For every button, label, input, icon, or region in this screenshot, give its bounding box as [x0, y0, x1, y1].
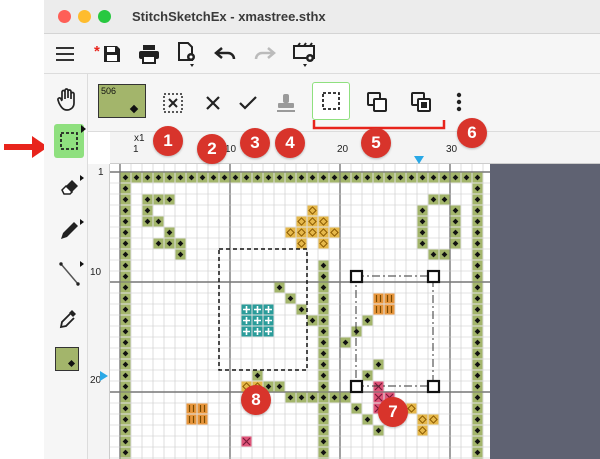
resize-handle[interactable]	[349, 269, 364, 284]
hand-tool-icon[interactable]	[56, 88, 78, 112]
stamp-icon[interactable]	[276, 92, 296, 114]
title-bar: StitchSketchEx - xmastree.sthx	[44, 0, 600, 34]
ruler-left-label-10: 10	[90, 267, 102, 278]
swatch-label: 506	[101, 86, 117, 96]
pattern-canvas[interactable]	[110, 164, 490, 459]
swatch-marker-icon	[67, 359, 76, 368]
redo-icon[interactable]	[254, 46, 276, 62]
resize-handle[interactable]	[426, 379, 441, 394]
stitch-cell	[384, 293, 395, 304]
callout-3: 3	[240, 128, 270, 158]
pencil-tool-icon[interactable]	[58, 218, 84, 242]
document-settings-icon[interactable]	[176, 42, 200, 68]
ruler-label-30: 30	[446, 144, 458, 155]
ruler-left-label-1: 1	[98, 167, 104, 178]
tool-palette	[44, 74, 88, 459]
outside-canvas-area	[490, 164, 600, 459]
canvas-settings-icon[interactable]	[292, 42, 318, 68]
unsaved-marker: *	[94, 43, 100, 60]
print-icon[interactable]	[138, 44, 160, 64]
ruler-label-1: 1	[133, 144, 139, 155]
left-ruler: 1 10 20	[88, 164, 110, 459]
swatch-marker-icon	[129, 104, 139, 114]
menu-icon[interactable]	[56, 47, 74, 61]
ruler-label-20: 20	[337, 144, 349, 155]
callout-8: 8	[241, 385, 271, 415]
eyedropper-tool-icon[interactable]	[58, 308, 78, 330]
stitch-color-swatch[interactable]: 506	[98, 84, 146, 118]
stitch-cell	[186, 414, 197, 425]
callout-4: 4	[275, 128, 305, 158]
stitch-cell	[373, 293, 384, 304]
current-color-swatch[interactable]	[55, 347, 79, 371]
app-window: StitchSketchEx - xmastree.sthx * 506 x1 …	[0, 0, 600, 459]
paste-outline[interactable]	[355, 275, 434, 387]
ruler-corner	[490, 132, 600, 164]
stitch-cell	[186, 403, 197, 414]
close-window-button[interactable]	[58, 10, 71, 23]
undo-icon[interactable]	[214, 46, 236, 62]
callout-7: 7	[378, 397, 408, 427]
more-icon[interactable]	[456, 92, 462, 112]
stitch-cell	[373, 304, 384, 315]
zoom-label: x1	[134, 133, 145, 144]
main-toolbar: *	[44, 34, 600, 74]
ruler-left-marker-icon	[100, 371, 108, 381]
stitch-grid[interactable]	[110, 164, 490, 459]
commit-icon[interactable]	[238, 94, 258, 112]
callout-5: 5	[361, 128, 391, 158]
stitch-cell	[197, 403, 208, 414]
rect-select-button[interactable]	[312, 82, 350, 120]
stitch-cell	[384, 304, 395, 315]
callout-6: 6	[457, 118, 487, 148]
minimize-window-button[interactable]	[78, 10, 91, 23]
rect-select-icon	[322, 92, 340, 110]
cancel-icon[interactable]	[204, 94, 222, 112]
submenu-triangle-icon	[81, 125, 86, 133]
zoom-window-button[interactable]	[98, 10, 111, 23]
stitch-cell	[197, 414, 208, 425]
eraser-tool-icon[interactable]	[58, 174, 84, 196]
paste-icon[interactable]	[410, 91, 432, 113]
resize-handle[interactable]	[426, 269, 441, 284]
ruler-marker-icon	[414, 156, 424, 164]
copy-icon[interactable]	[366, 91, 388, 113]
save-icon[interactable]	[102, 44, 122, 64]
pointer-arrow-icon	[4, 136, 48, 158]
selection-toolbar: 506	[88, 74, 600, 132]
rect-select-tool[interactable]	[54, 124, 86, 158]
callout-1: 1	[153, 126, 183, 156]
window-title: StitchSketchEx - xmastree.sthx	[132, 9, 326, 24]
callout-2: 2	[197, 134, 227, 164]
resize-handle[interactable]	[349, 379, 364, 394]
rect-select-tool-icon	[60, 132, 78, 150]
select-all-icon[interactable]	[162, 92, 184, 114]
line-tool-icon[interactable]	[58, 260, 84, 288]
